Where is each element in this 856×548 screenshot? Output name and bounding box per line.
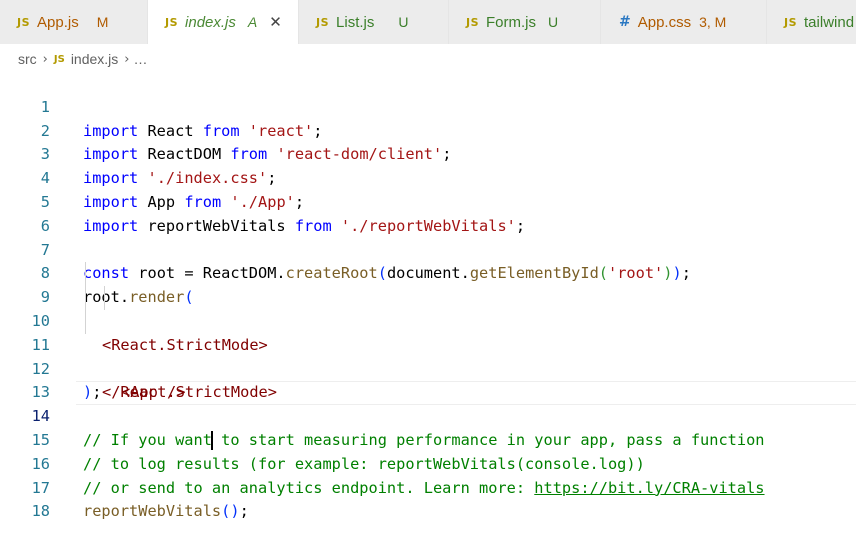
code-line: 18 bbox=[0, 477, 856, 520]
code-line: 10 <App /> bbox=[0, 286, 856, 401]
code-text: reportWebVitals(); bbox=[83, 502, 249, 521]
chevron-right-icon: › bbox=[42, 51, 48, 67]
code-line: 17 reportWebVitals(); bbox=[0, 453, 856, 521]
current-line: 14 // If you want to start measuring per… bbox=[0, 381, 856, 450]
tab-label: App.css bbox=[637, 13, 692, 31]
code-editor[interactable]: 1 import React from 'react'; 2 import Re… bbox=[0, 72, 856, 521]
tab-tailwind[interactable]: JS tailwind bbox=[767, 0, 856, 44]
tab-app-js[interactable]: JS App.js M bbox=[0, 0, 148, 44]
breadcrumb-folder[interactable]: src bbox=[18, 51, 37, 67]
tab-label: index.js bbox=[185, 13, 236, 31]
code-line: 2 import ReactDOM from 'react-dom/client… bbox=[0, 96, 856, 164]
close-tab-icon[interactable]: ✕ bbox=[269, 13, 282, 31]
tab-label: List.js bbox=[336, 13, 375, 31]
git-status-added: A bbox=[247, 14, 258, 30]
css-file-icon: # bbox=[619, 14, 631, 30]
code-line: 7 const root = ReactDOM.createRoot(docum… bbox=[0, 215, 856, 283]
code-line: 16 // or send to an analytics endpoint. … bbox=[0, 429, 856, 497]
code-line: 5 import reportWebVitals from './reportW… bbox=[0, 167, 856, 235]
javascript-file-icon: JS bbox=[316, 15, 330, 29]
javascript-file-icon: JS bbox=[165, 15, 179, 29]
code-line: 12 ); bbox=[0, 334, 856, 402]
code-line: 9 <React.StrictMode> bbox=[0, 262, 856, 354]
line-number: 18 bbox=[31, 502, 50, 521]
code-line: 13 bbox=[0, 358, 856, 401]
code-line: 1 import React from 'react'; bbox=[0, 72, 856, 140]
git-status-untracked: U bbox=[398, 14, 409, 30]
tab-app-css[interactable]: # App.css 3, M bbox=[601, 0, 767, 44]
chevron-right-icon: › bbox=[124, 51, 130, 67]
editor-tab-bar: JS App.js M JS index.js A ✕ JS List.js U… bbox=[0, 0, 856, 44]
code-line: 3 import './index.css'; bbox=[0, 120, 856, 187]
code-line: 6 bbox=[0, 191, 856, 235]
breadcrumb-more[interactable]: … bbox=[133, 51, 147, 67]
javascript-file-icon: JS bbox=[17, 15, 31, 29]
code-line: 8 root.render( bbox=[0, 239, 856, 306]
code-line: 11 </React.StrictMode> bbox=[0, 309, 856, 401]
tab-label: tailwind bbox=[804, 13, 855, 31]
javascript-file-icon: JS bbox=[466, 15, 480, 29]
javascript-file-icon: JS bbox=[53, 53, 65, 65]
code-line: 15 // to log results (for example: repor… bbox=[0, 405, 856, 473]
tab-label: Form.js bbox=[486, 13, 537, 31]
git-status-modified: 3, M bbox=[699, 14, 727, 30]
indent-guide bbox=[85, 286, 86, 310]
breadcrumb: src › JS index.js › … bbox=[0, 45, 856, 73]
indent-guide bbox=[85, 262, 86, 287]
code-line: 4 import App from './App'; bbox=[0, 143, 856, 211]
tab-index-js[interactable]: JS index.js A ✕ bbox=[148, 0, 299, 44]
tab-label: App.js bbox=[37, 13, 79, 31]
tab-form-js[interactable]: JS Form.js U bbox=[449, 0, 601, 44]
git-status-untracked: U bbox=[548, 14, 559, 30]
indent-guide bbox=[85, 309, 86, 334]
breadcrumb-file[interactable]: index.js bbox=[71, 51, 118, 67]
indent-guide bbox=[104, 286, 105, 310]
javascript-file-icon: JS bbox=[784, 15, 798, 29]
tab-list-js[interactable]: JS List.js U bbox=[299, 0, 449, 44]
git-status-modified: M bbox=[96, 14, 109, 30]
